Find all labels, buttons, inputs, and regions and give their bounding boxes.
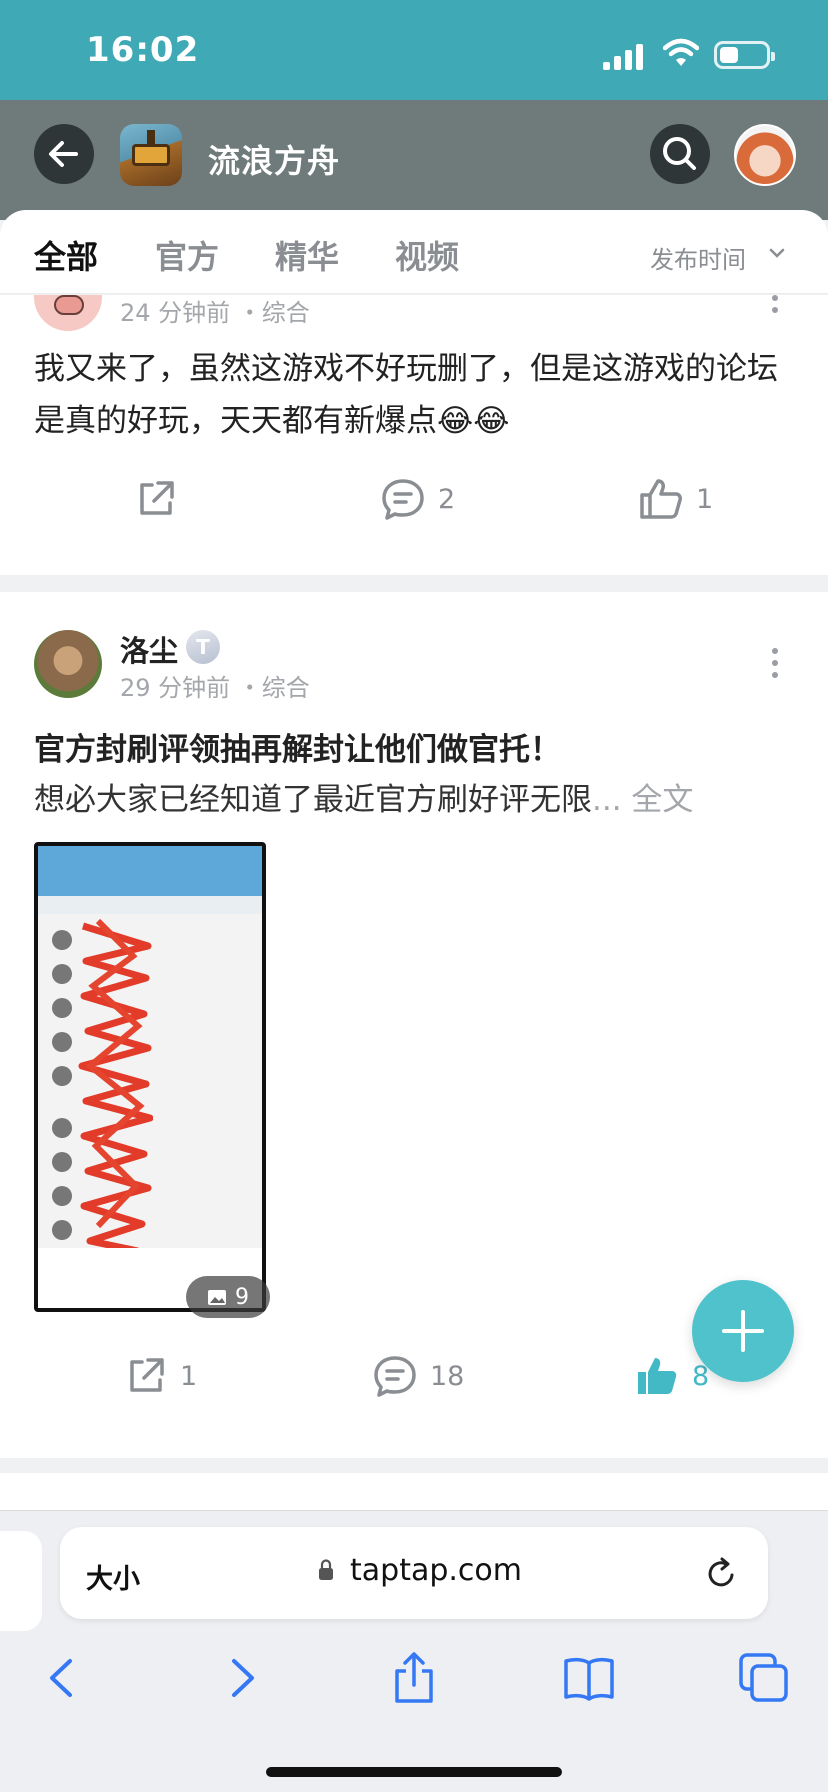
wifi-icon xyxy=(663,38,699,66)
read-more-link[interactable]: ... 全文 xyxy=(592,782,693,818)
chevron-down-icon[interactable] xyxy=(768,246,786,260)
lock-icon xyxy=(319,1559,333,1580)
bookmarks-icon[interactable] xyxy=(562,1651,616,1705)
game-title[interactable]: 流浪方舟 xyxy=(208,136,340,182)
post-card[interactable] xyxy=(0,1473,828,1510)
comment-button[interactable]: 2 xyxy=(380,477,455,521)
share-icon xyxy=(130,1358,164,1392)
thumbs-up-filled-icon xyxy=(638,1358,677,1394)
battery-icon xyxy=(714,41,775,69)
share-icon xyxy=(140,481,174,515)
arrow-left-icon xyxy=(49,141,78,167)
tab-featured[interactable]: 精华 xyxy=(275,232,339,278)
sort-dropdown[interactable]: 发布时间 xyxy=(650,240,746,275)
previous-tab-preview[interactable] xyxy=(0,1531,42,1631)
redaction-scribble xyxy=(78,918,153,1255)
url-text[interactable]: taptap.com xyxy=(350,1553,522,1588)
comment-icon xyxy=(374,1356,416,1397)
author-avatar[interactable] xyxy=(34,630,102,698)
image-count-badge: 9 xyxy=(186,1276,270,1318)
forward-arrow-icon[interactable] xyxy=(214,1651,268,1705)
comment-icon xyxy=(382,479,424,520)
plus-icon xyxy=(722,1310,764,1352)
post-meta: 29 分钟前 ・综合 xyxy=(120,674,310,702)
share-button[interactable] xyxy=(134,477,190,521)
status-time: 16:02 xyxy=(86,30,200,70)
browser-toolbar: 大小 taptap.com xyxy=(0,1510,828,1792)
level-badge: T xyxy=(186,630,220,664)
address-bar[interactable]: 大小 taptap.com xyxy=(60,1527,768,1619)
back-button[interactable] xyxy=(34,124,94,184)
tab-video[interactable]: 视频 xyxy=(395,232,459,278)
user-avatar[interactable] xyxy=(734,124,796,186)
post-card[interactable]: 24 分钟前 ・综合 我又来了，虽然这游戏不好玩删了，但是这游戏的论坛是真的好玩… xyxy=(0,295,828,575)
comment-count: 18 xyxy=(430,1360,465,1392)
back-arrow-icon[interactable] xyxy=(36,1651,90,1705)
more-options-icon[interactable] xyxy=(770,648,780,684)
post-snippet[interactable]: 想必大家已经知道了最近官方刷好评无限... 全文 xyxy=(34,774,693,819)
tabs-icon[interactable] xyxy=(737,1651,791,1705)
post-image[interactable] xyxy=(34,842,266,1312)
filter-tabs: 全部 官方 精华 视频 发布时间 xyxy=(0,210,828,294)
share-sheet-icon[interactable] xyxy=(387,1651,441,1705)
game-icon[interactable] xyxy=(120,124,182,186)
author-name[interactable]: 洛尘 xyxy=(120,628,178,670)
image-icon xyxy=(208,1290,226,1305)
post-title[interactable]: 官方封刷评领抽再解封让他们做官托！ xyxy=(34,724,561,769)
thumbs-up-icon xyxy=(640,479,682,519)
post-body[interactable]: 我又来了，虽然这游戏不好玩删了，但是这游戏的论坛是真的好玩，天天都有新爆点😂😂 xyxy=(34,343,804,447)
share-count: 1 xyxy=(180,1360,198,1392)
like-count: 1 xyxy=(696,483,714,515)
search-icon xyxy=(663,137,696,170)
like-button[interactable]: 1 xyxy=(638,477,713,521)
tab-all[interactable]: 全部 xyxy=(34,232,98,278)
search-button[interactable] xyxy=(650,124,710,184)
cellular-signal-icon xyxy=(603,42,647,70)
comment-count: 2 xyxy=(438,483,456,515)
reload-icon[interactable] xyxy=(704,1555,738,1591)
status-bar: 16:02 xyxy=(0,0,828,100)
post-meta: 24 分钟前 ・综合 xyxy=(120,299,310,327)
image-count: 9 xyxy=(235,1284,249,1310)
app-header: 流浪方舟 xyxy=(0,100,828,220)
share-button[interactable]: 1 xyxy=(124,1354,197,1398)
more-options-icon[interactable] xyxy=(770,295,780,319)
tab-official[interactable]: 官方 xyxy=(155,232,219,278)
snippet-text: 想必大家已经知道了最近官方刷好评无限 xyxy=(34,782,592,818)
text-size-button[interactable]: 大小 xyxy=(86,1557,140,1596)
comment-button[interactable]: 18 xyxy=(372,1354,464,1398)
author-avatar[interactable] xyxy=(34,295,102,331)
home-indicator[interactable] xyxy=(266,1767,562,1777)
create-post-button[interactable] xyxy=(692,1280,794,1382)
